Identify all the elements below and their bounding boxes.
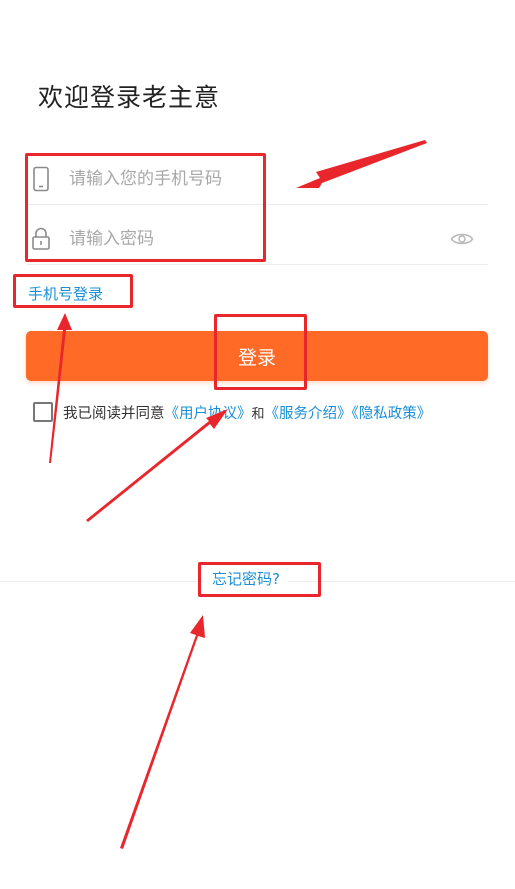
arrow-to-login — [86, 409, 228, 522]
phone-input[interactable] — [69, 164, 439, 194]
agreement-prefix: 我已阅读并同意 — [63, 406, 165, 422]
agreement-row: 我已阅读并同意《用户协议》和《服务介绍》《隐私政策》 — [33, 402, 431, 424]
phone-login-link[interactable]: 手机号登录 — [28, 283, 103, 304]
eye-icon[interactable] — [450, 230, 474, 248]
page-title: 欢迎登录老主意 — [38, 83, 221, 112]
user-agreement-link[interactable]: 《用户协议》 — [165, 406, 252, 422]
arrow-to-forgot — [120, 615, 205, 849]
agree-checkbox[interactable] — [33, 402, 53, 422]
annotation-arrows — [49, 140, 427, 849]
agreement-and: 和 — [251, 407, 265, 422]
service-intro-link[interactable]: 《服务介绍》 — [265, 406, 352, 422]
privacy-policy-link[interactable]: 《隐私政策》 — [352, 406, 432, 422]
forgot-password-link[interactable]: 忘记密码? — [204, 566, 288, 591]
phone-icon — [30, 166, 52, 192]
password-field[interactable] — [27, 214, 488, 265]
password-input[interactable] — [69, 224, 439, 254]
login-button[interactable]: 登录 — [26, 331, 488, 381]
phone-field[interactable] — [27, 154, 488, 205]
lock-icon — [30, 226, 52, 252]
